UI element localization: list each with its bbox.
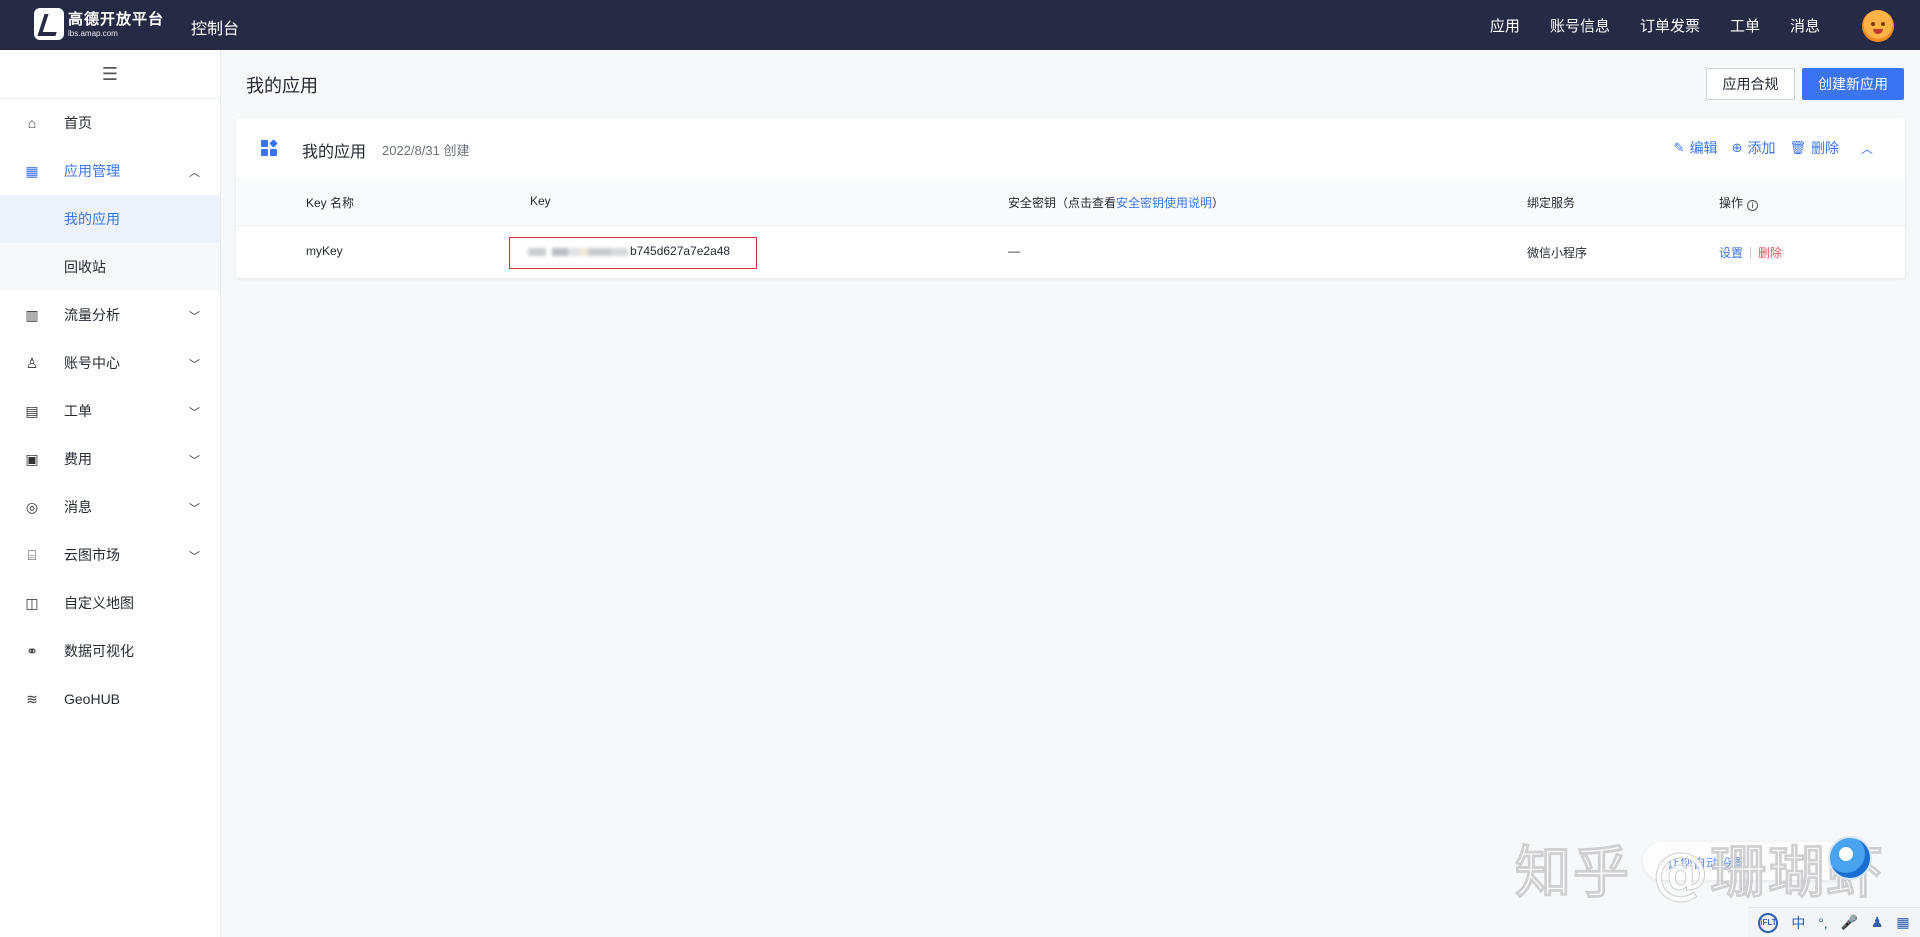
column-key: Key — [530, 194, 551, 208]
info-icon[interactable]: i — [1747, 200, 1759, 211]
chevron-down-icon: ﹀ — [189, 359, 200, 371]
map-icon: ◫ — [25, 594, 39, 611]
nav-account-info[interactable]: 账号信息 — [1550, 15, 1610, 36]
menu-collapse-icon[interactable]: ☰ — [0, 50, 220, 99]
user-avatar[interactable] — [1862, 10, 1894, 42]
ops-cell: 设置 删除 — [1719, 244, 1782, 261]
app-created-date: 2022/8/31 创建 — [382, 143, 470, 158]
key-name-cell: myKey — [306, 244, 343, 258]
sidebar-item-data-visualization[interactable]: ⚭ 数据可视化 — [0, 627, 220, 675]
key-table-header: Key 名称 Key 安全密钥（点击查看安全密钥使用说明） 绑定服务 操作 i — [236, 178, 1905, 226]
app-compliance-button[interactable]: 应用合规 — [1706, 68, 1795, 100]
assistant-bot-icon[interactable] — [1828, 836, 1872, 880]
billing-icon: ▣ — [25, 450, 39, 467]
sidebar-item-label: GeoHUB — [64, 691, 121, 707]
amap-logo[interactable]: 高德开放平台 lbs.amap.com — [34, 8, 164, 40]
secret-usage-link[interactable]: 安全密钥使用说明 — [1116, 196, 1212, 210]
amap-logo-icon — [34, 8, 64, 40]
visualization-icon: ⚭ — [26, 642, 38, 659]
secret-cell: — — [1008, 244, 1020, 258]
create-app-button[interactable]: 创建新应用 — [1802, 68, 1904, 100]
sidebar-item-geohub[interactable]: ≋ GeoHUB — [0, 675, 220, 723]
key-highlight-box — [509, 237, 757, 269]
delete-button[interactable]: 🗑 删除 — [1789, 138, 1839, 158]
sidebar-item-custom-map[interactable]: ◫ 自定义地图 — [0, 579, 220, 627]
ime-toolbar: iFLT 中 °, 🎤 ♟ ▦ — [1748, 907, 1920, 937]
chevron-down-icon: ﹀ — [189, 455, 200, 467]
ticket-icon: ▤ — [25, 402, 39, 419]
add-button[interactable]: ⊕ 添加 — [1732, 138, 1776, 158]
column-secret: 安全密钥（点击查看安全密钥使用说明） — [1008, 196, 1225, 210]
watermark: 知乎 @珊瑚虾 — [1515, 841, 1885, 907]
column-key-name: Key 名称 — [306, 196, 355, 210]
chevron-up-icon: ︿ — [189, 167, 200, 179]
user-icon[interactable]: ♟ — [1871, 914, 1884, 931]
punctuation-icon[interactable]: °, — [1818, 915, 1828, 931]
nav-messages[interactable]: 消息 — [1790, 15, 1820, 36]
top-header: 高德开放平台 lbs.amap.com 控制台 应用 账号信息 订单发票 工单 … — [0, 0, 1920, 50]
sidebar-item-my-apps[interactable]: 我的应用 — [0, 195, 220, 243]
sidebar-item-messages[interactable]: ◎ 消息 ﹀ — [0, 483, 220, 531]
sidebar-item-home[interactable]: ⌂ 首页 — [0, 99, 220, 147]
app-card: 我的应用 2022/8/31 创建 ✎ 编辑 ⊕ 添加 🗑 删除 ︿ Key 名… — [236, 118, 1905, 278]
ime-language-toggle[interactable]: 中 — [1791, 913, 1805, 933]
sidebar-item-label: 应用管理 — [64, 163, 120, 179]
sidebar-item-recycle-bin[interactable]: 回收站 — [0, 243, 220, 291]
sidebar-item-label: 云图市场 — [64, 547, 120, 563]
logo-title: 高德开放平台 — [68, 10, 165, 28]
app-card-actions: ✎ 编辑 ⊕ 添加 🗑 删除 ︿ — [1660, 138, 1873, 158]
nav-tickets[interactable]: 工单 — [1730, 15, 1760, 36]
settings-link[interactable]: 设置 — [1719, 246, 1743, 260]
sidebar: ☰ ⌂ 首页 ▦ 应用管理 ︿ 我的应用 回收站 ▥ 流量分析 ﹀ ♙ 账号中心… — [0, 50, 221, 937]
sidebar-item-app-management[interactable]: ▦ 应用管理 ︿ — [0, 147, 220, 195]
grid-icon: ▦ — [25, 162, 39, 179]
edit-button[interactable]: ✎ 编辑 — [1674, 138, 1718, 158]
column-bound-service: 绑定服务 — [1527, 196, 1576, 210]
delete-key-link[interactable]: 删除 — [1758, 246, 1782, 260]
sidebar-item-tickets[interactable]: ▤ 工单 ﹀ — [0, 387, 220, 435]
sidebar-item-label: 数据可视化 — [64, 643, 134, 659]
sidebar-item-label: 费用 — [64, 451, 92, 467]
apps-icon — [261, 139, 278, 156]
sidebar-item-label: 账号中心 — [64, 355, 120, 371]
home-icon: ⌂ — [27, 115, 37, 131]
layers-icon: ≋ — [26, 690, 38, 707]
nav-orders-invoices[interactable]: 订单发票 — [1640, 15, 1700, 36]
table-row: myKey b745d627a7e2a48 — 微信小程序 设置 删除 — [236, 226, 1905, 276]
sidebar-item-label: 首页 — [64, 115, 92, 131]
chevron-down-icon: ﹀ — [189, 311, 200, 323]
app-card-header: 我的应用 2022/8/31 创建 ✎ 编辑 ⊕ 添加 🗑 删除 ︿ — [236, 118, 1905, 178]
app-title: 我的应用 — [302, 144, 367, 161]
edit-icon: ✎ — [1673, 140, 1685, 155]
sidebar-item-traffic-analysis[interactable]: ▥ 流量分析 ﹀ — [0, 291, 220, 339]
collapse-chevron-icon[interactable]: ︿ — [1861, 140, 1873, 157]
iflytek-icon[interactable]: iFLT — [1758, 912, 1779, 933]
grid-icon[interactable]: ▦ — [1896, 914, 1909, 931]
microphone-icon[interactable]: 🎤 — [1841, 914, 1858, 931]
chevron-down-icon: ﹀ — [189, 407, 200, 419]
logo-subtitle: lbs.amap.com — [68, 28, 118, 38]
chart-icon: ▥ — [25, 306, 39, 323]
trash-icon: 🗑 — [1789, 140, 1806, 155]
sidebar-item-label: 自定义地图 — [64, 595, 134, 611]
user-icon: ♙ — [25, 354, 39, 371]
sidebar-item-cloud-market[interactable]: ⌸ 云图市场 ﹀ — [0, 531, 220, 579]
message-icon: ◎ — [25, 498, 39, 515]
add-circle-icon: ⊕ — [1731, 140, 1743, 155]
sidebar-item-label: 流量分析 — [64, 307, 120, 323]
page-title: 我的应用 — [246, 76, 318, 96]
store-icon: ⌸ — [27, 546, 37, 563]
bound-service-cell: 微信小程序 — [1527, 246, 1588, 260]
sidebar-item-billing[interactable]: ▣ 费用 ﹀ — [0, 435, 220, 483]
sidebar-item-label: 工单 — [64, 403, 92, 419]
sidebar-item-account-center[interactable]: ♙ 账号中心 ﹀ — [0, 339, 220, 387]
sidebar-item-label: 消息 — [64, 499, 92, 515]
top-nav: 应用 账号信息 订单发票 工单 消息 — [1490, 0, 1820, 50]
chevron-down-icon: ﹀ — [189, 551, 200, 563]
column-ops: 操作 i — [1719, 194, 1759, 211]
nav-apps[interactable]: 应用 — [1490, 15, 1520, 36]
console-title[interactable]: 控制台 — [191, 15, 239, 39]
chevron-down-icon: ﹀ — [189, 503, 200, 515]
